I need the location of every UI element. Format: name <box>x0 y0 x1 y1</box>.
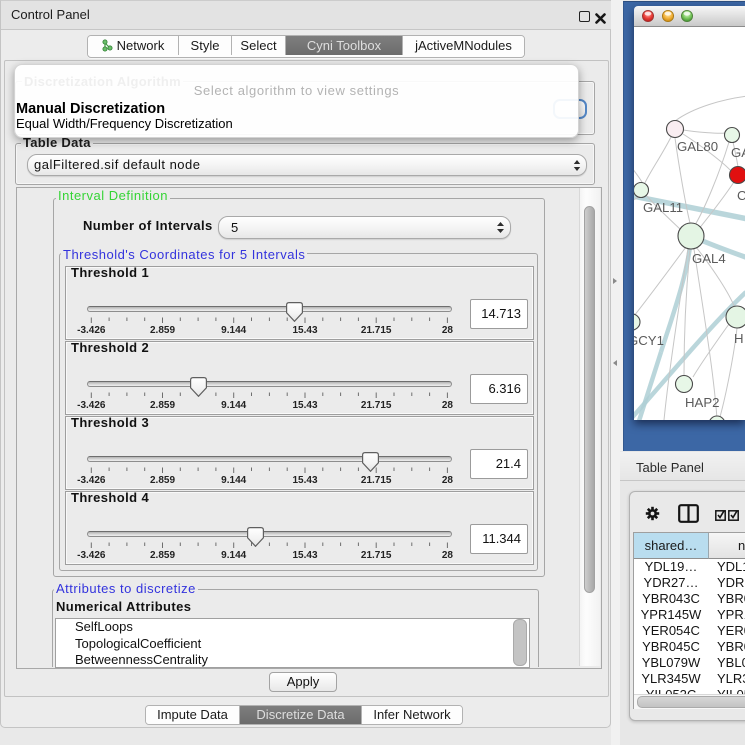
svg-text:GAL80: GAL80 <box>677 139 718 154</box>
svg-text:GAL11: GAL11 <box>643 200 683 215</box>
svg-text:GAL4: GAL4 <box>692 251 726 266</box>
svg-text:C: C <box>737 188 745 203</box>
svg-text:GAL…: GAL… <box>731 145 745 160</box>
svg-text:GCY1: GCY1 <box>634 333 664 348</box>
svg-text:H: H <box>734 331 744 346</box>
svg-text:HAP2: HAP2 <box>685 395 719 410</box>
